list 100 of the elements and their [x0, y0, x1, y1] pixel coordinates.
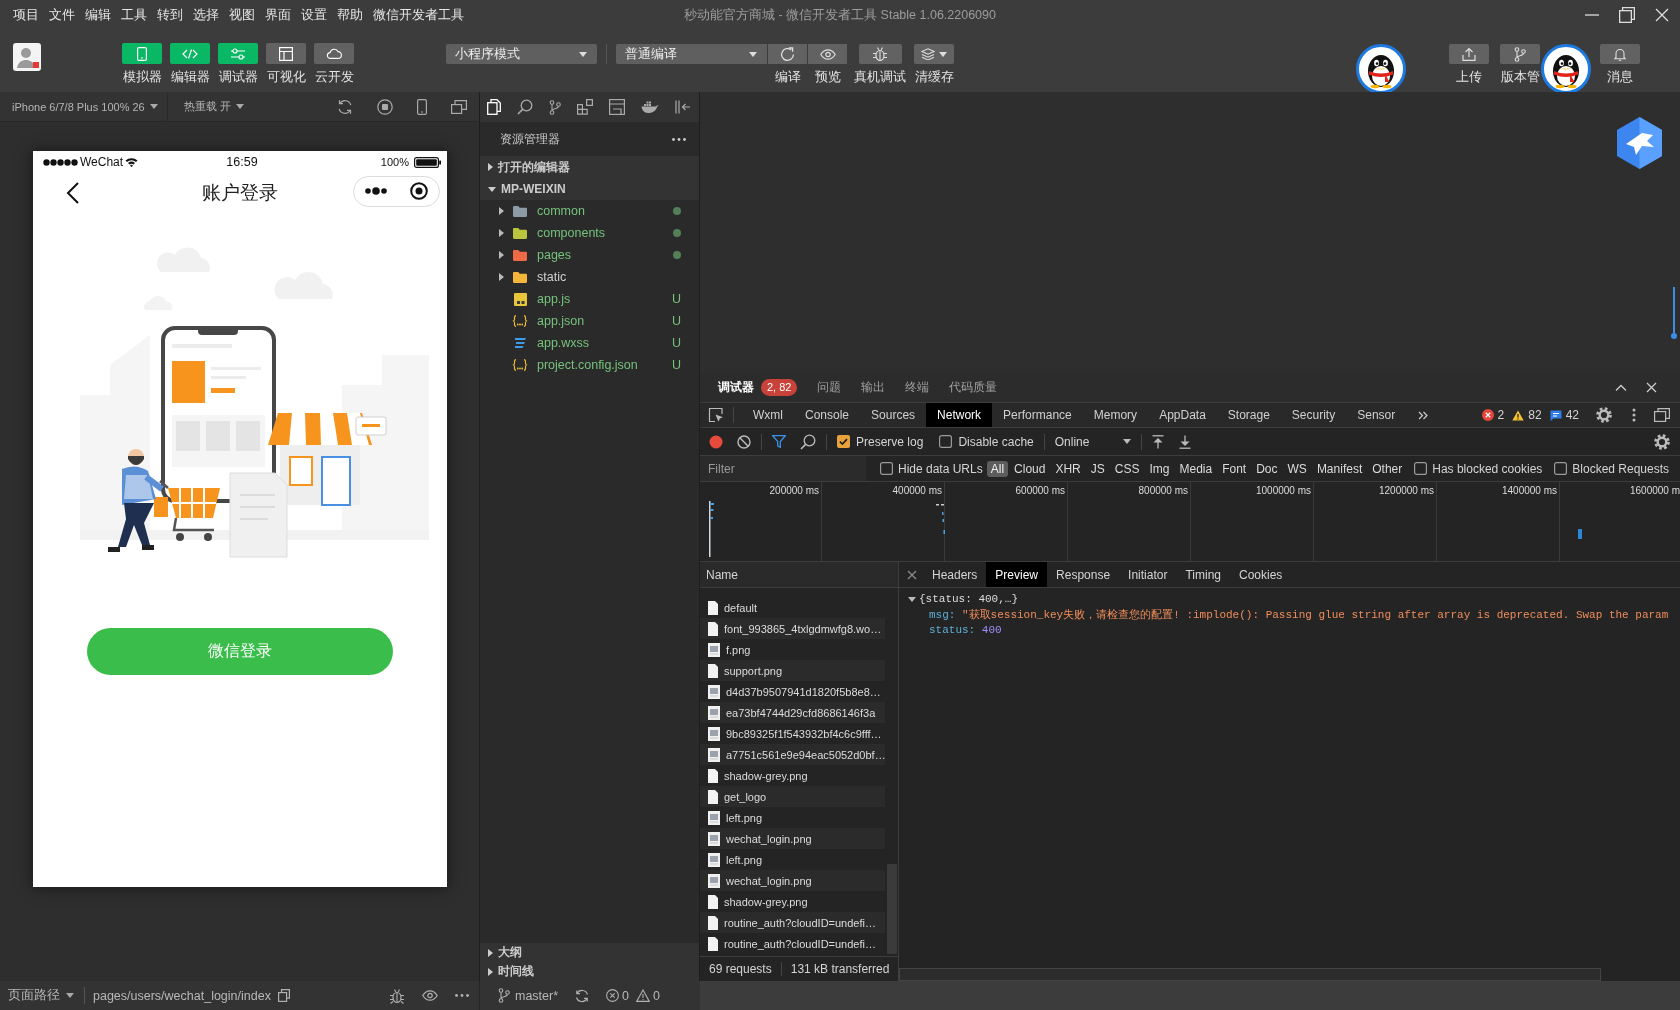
panel-tab[interactable]: 调试器 2, 82 — [708, 372, 808, 402]
panel-tab[interactable]: 输出 — [851, 372, 896, 402]
target-icon[interactable] — [410, 182, 428, 200]
back-icon[interactable] — [66, 182, 79, 204]
kebab-icon[interactable] — [1632, 408, 1636, 422]
checkbox-label[interactable]: Blocked Requests — [1572, 461, 1670, 476]
menu-item[interactable]: 选择 — [193, 6, 219, 24]
record-button[interactable] — [709, 434, 723, 449]
menu-item[interactable]: 工具 — [121, 6, 147, 24]
sync-icon[interactable] — [575, 988, 590, 1003]
caret-icon[interactable] — [488, 186, 496, 192]
type-filter[interactable]: WS — [1283, 460, 1311, 477]
devtools-tab[interactable]: Security — [1280, 403, 1347, 427]
bird-icon[interactable] — [1616, 116, 1663, 170]
checkbox[interactable] — [1414, 462, 1428, 475]
scroll-handle[interactable] — [1671, 287, 1677, 339]
menu-item[interactable]: 界面 — [265, 6, 291, 24]
menu-item[interactable]: 微信开发者工具 — [373, 6, 464, 24]
request-row[interactable]: f.png — [700, 639, 885, 660]
checkbox-label[interactable]: Preserve log — [856, 434, 924, 449]
compile-mode-select[interactable]: 普通编译 — [616, 44, 767, 64]
section-header[interactable]: 打开的编辑器 — [480, 156, 699, 178]
remote-debug-button[interactable] — [858, 44, 902, 64]
clear-cache-button[interactable] — [914, 44, 954, 64]
more-icon[interactable] — [672, 137, 686, 141]
type-filter[interactable]: JS — [1086, 460, 1109, 477]
caret-icon[interactable] — [488, 948, 493, 957]
chevrons-right-icon[interactable] — [1418, 410, 1429, 420]
type-filter[interactable]: Img — [1145, 460, 1174, 477]
menu-item[interactable]: 项目 — [13, 6, 39, 24]
checkbox-label[interactable]: Hide data URLs — [898, 461, 983, 476]
avatar-icon[interactable] — [13, 43, 41, 71]
menu-item[interactable]: 编辑 — [85, 6, 111, 24]
error-icon[interactable] — [606, 989, 620, 1002]
bug-icon[interactable] — [389, 987, 405, 1004]
tree-item[interactable]: app.json — [499, 314, 585, 328]
warning-icon[interactable] — [636, 989, 651, 1002]
checkbox-label[interactable]: Disable cache — [958, 434, 1034, 449]
dock-icon[interactable] — [1654, 408, 1670, 422]
menu-item[interactable]: 设置 — [301, 6, 327, 24]
request-row[interactable]: default — [700, 597, 885, 618]
scrollbar-thumb[interactable] — [899, 968, 1601, 981]
filter-field[interactable]: Filter — [700, 456, 866, 481]
settings-icon[interactable] — [1654, 433, 1670, 450]
branch-icon[interactable] — [549, 99, 561, 115]
request-row[interactable]: d4d37b9507941d1820f5b8e8… — [700, 681, 885, 702]
panel-tab[interactable]: 终端 — [895, 372, 940, 402]
tree-item[interactable]: app.js — [499, 292, 571, 306]
type-filter[interactable]: Doc — [1252, 460, 1282, 477]
close-icon[interactable] — [1646, 381, 1657, 393]
windows-icon[interactable] — [451, 99, 467, 114]
devtools-tab[interactable]: Sources — [860, 403, 927, 427]
section-header[interactable]: MP-WEIXIN — [480, 178, 699, 200]
request-row[interactable]: wechat_login.png — [700, 870, 885, 891]
version-button[interactable] — [1500, 44, 1540, 64]
detail-tab[interactable]: Response — [1047, 562, 1120, 587]
inspect-icon[interactable] — [708, 407, 724, 423]
checkbox[interactable] — [1554, 462, 1568, 475]
filter-icon[interactable] — [772, 435, 786, 448]
type-filter[interactable]: Manifest — [1312, 460, 1367, 477]
request-row[interactable]: 9bc89325f1f543932bf4c6c9fff… — [700, 723, 885, 744]
request-row[interactable]: wechat_login.png — [700, 828, 885, 849]
eye-icon[interactable] — [422, 990, 438, 1001]
type-filter[interactable]: Media — [1175, 460, 1217, 477]
menu-item[interactable]: 帮助 — [337, 6, 363, 24]
checkbox[interactable] — [939, 435, 953, 448]
devtools-tab[interactable]: Performance — [992, 403, 1083, 427]
clear-icon[interactable] — [737, 434, 751, 449]
cloud-button[interactable] — [314, 43, 354, 64]
more-icon[interactable] — [455, 994, 469, 997]
caret-icon[interactable] — [499, 207, 504, 215]
copy-icon[interactable] — [277, 989, 290, 1002]
detail-tab[interactable]: Timing — [1176, 562, 1230, 587]
sidebar-arrow-icon[interactable] — [675, 100, 691, 114]
upload-icon[interactable] — [1151, 434, 1164, 449]
branch-icon[interactable] — [498, 988, 510, 1003]
files-icon[interactable] — [487, 99, 501, 115]
hot-reload-select[interactable]: 热重载 开 — [183, 99, 244, 114]
tree-item[interactable]: project.config.json — [499, 358, 638, 372]
tree-item[interactable]: components — [499, 226, 606, 240]
branch-name[interactable]: master* — [515, 988, 559, 1003]
preview-button[interactable] — [808, 44, 847, 64]
download-icon[interactable] — [1178, 434, 1191, 449]
more-icon[interactable] — [365, 187, 387, 195]
search-icon[interactable] — [800, 433, 816, 450]
panel-icon[interactable] — [609, 99, 625, 115]
devtools-tab[interactable]: Console — [794, 403, 861, 427]
request-row[interactable]: a7751c561e9e94eac5052d0bf… — [700, 744, 885, 765]
devtools-tab[interactable]: Storage — [1216, 403, 1281, 427]
caret-icon[interactable] — [499, 251, 504, 259]
devtools-tab[interactable]: AppData — [1148, 403, 1217, 427]
tree-item[interactable]: common — [499, 204, 585, 218]
devtools-tab[interactable]: Sensor — [1346, 403, 1407, 427]
visual-button[interactable] — [266, 43, 306, 64]
menu-item[interactable]: 视图 — [229, 6, 255, 24]
panel-tab[interactable]: 代码质量 — [939, 372, 1008, 402]
devtools-tab[interactable]: Wxml — [742, 403, 794, 427]
caret-icon[interactable] — [488, 163, 493, 171]
caret-icon[interactable] — [499, 229, 504, 237]
menu-item[interactable]: 转到 — [157, 6, 183, 24]
